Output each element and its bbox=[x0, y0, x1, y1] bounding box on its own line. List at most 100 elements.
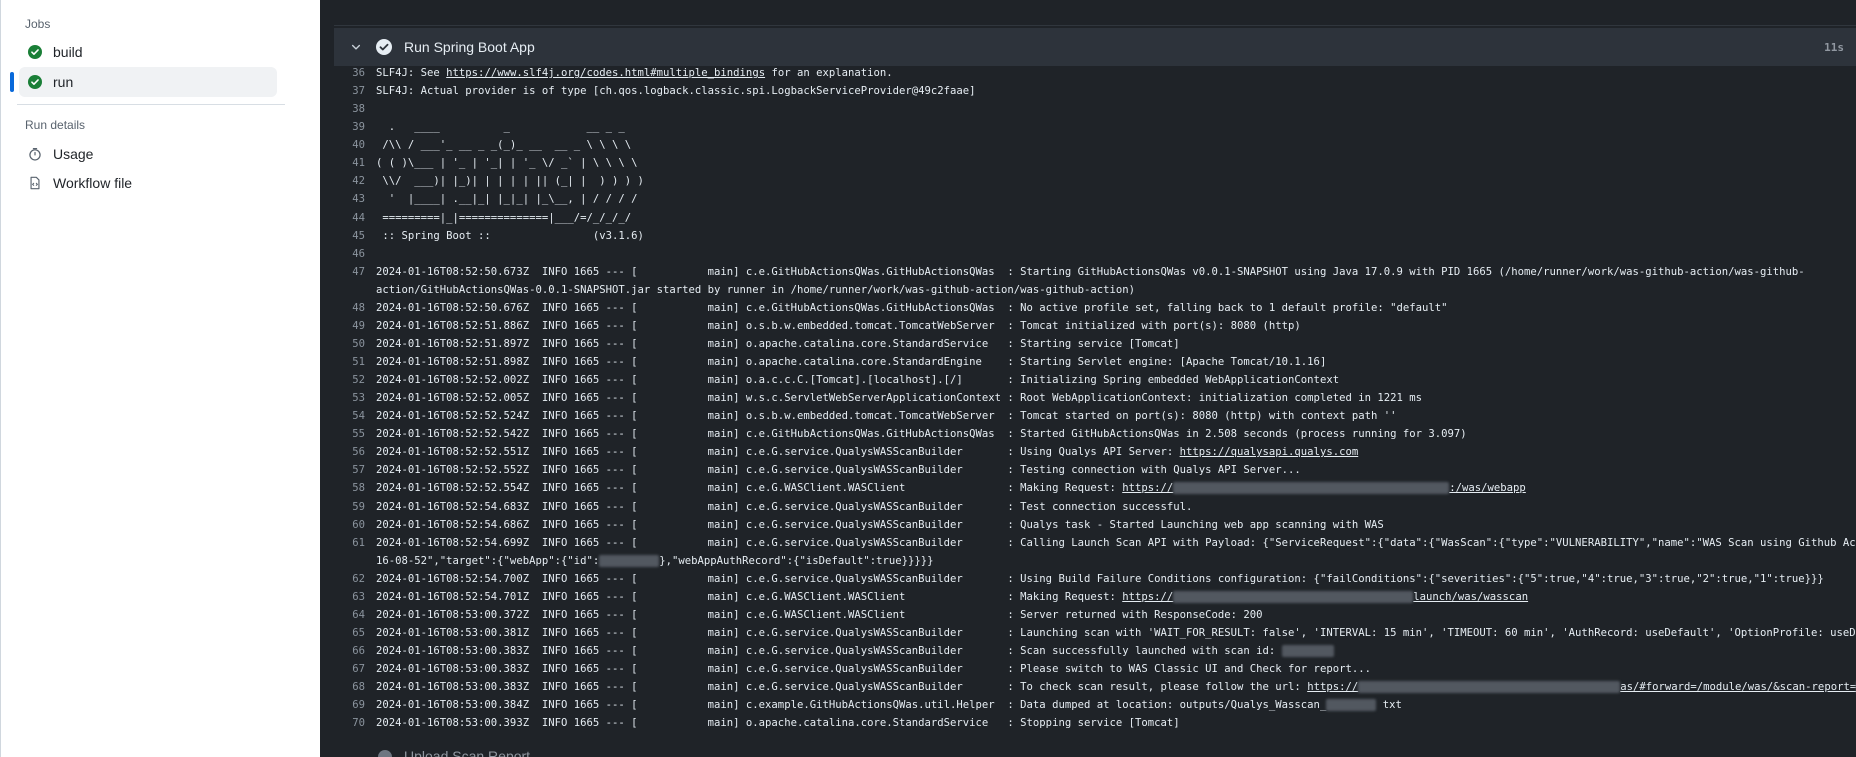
line-number[interactable] bbox=[334, 552, 376, 570]
line-number[interactable]: 36 bbox=[334, 64, 376, 82]
log-line: 65 2024-01-16T08:53:00.381Z INFO 1665 ---… bbox=[334, 624, 1856, 642]
log-text: 2024-01-16T08:52:54.686Z INFO 1665 --- [… bbox=[376, 516, 1384, 534]
line-number[interactable]: 44 bbox=[334, 209, 376, 227]
log-segment: 2024-01-16T08:53:00.383Z INFO 1665 --- [… bbox=[376, 681, 1308, 694]
sidebar-item-usage[interactable]: Usage bbox=[19, 139, 277, 169]
sidebar-item-run[interactable]: run bbox=[10, 67, 277, 97]
log-text: 2024-01-16T08:53:00.383Z INFO 1665 --- [… bbox=[376, 660, 1371, 678]
sidebar-item-label: build bbox=[53, 44, 83, 60]
line-number[interactable]: 50 bbox=[334, 335, 376, 353]
log-line: 63 2024-01-16T08:52:54.701Z INFO 1665 ---… bbox=[334, 588, 1856, 606]
log-segment: action/GitHubActionsQWas-0.0.1-SNAPSHOT.… bbox=[376, 283, 1135, 296]
line-number[interactable]: 67 bbox=[334, 660, 376, 678]
log-text: 2024-01-16T08:52:54.700Z INFO 1665 --- [… bbox=[376, 570, 1824, 588]
log-text: 2024-01-16T08:53:00.383Z INFO 1665 --- [… bbox=[376, 678, 1856, 696]
line-number[interactable]: 52 bbox=[334, 371, 376, 389]
log-panel: Run Spring Boot App 11s 36 SLF4J: See htt… bbox=[320, 0, 1856, 757]
log-line: 37 SLF4J: Actual provider is of type [ch.… bbox=[334, 82, 1856, 100]
log-line: 48 2024-01-16T08:52:50.676Z INFO 1665 ---… bbox=[334, 299, 1856, 317]
log-link[interactable]: launch/was/wasscan bbox=[1413, 591, 1528, 603]
line-number[interactable]: 58 bbox=[334, 479, 376, 497]
log-line: 70 2024-01-16T08:53:00.393Z INFO 1665 ---… bbox=[334, 714, 1856, 732]
line-number[interactable]: 57 bbox=[334, 461, 376, 479]
redacted-value bbox=[1358, 681, 1621, 694]
log-text: =========|_|==============|___/=/_/_/_/ bbox=[376, 209, 631, 227]
log-line: action/GitHubActionsQWas-0.0.1-SNAPSHOT.… bbox=[334, 281, 1856, 299]
line-number[interactable]: 68 bbox=[334, 678, 376, 696]
line-number[interactable]: 59 bbox=[334, 498, 376, 516]
log-link[interactable]: https:// bbox=[1122, 591, 1173, 603]
log-text: 16-08-52","target":{"webApp":{"id":},"we… bbox=[376, 552, 934, 570]
line-number[interactable]: 53 bbox=[334, 389, 376, 407]
log-line: 55 2024-01-16T08:52:52.542Z INFO 1665 ---… bbox=[334, 425, 1856, 443]
line-number[interactable]: 46 bbox=[334, 245, 376, 263]
log-segment: SLF4J: See bbox=[376, 67, 447, 79]
log-text: 2024-01-16T08:52:50.676Z INFO 1665 --- [… bbox=[376, 299, 1448, 317]
pending-circle-icon bbox=[378, 750, 392, 757]
line-number[interactable]: 60 bbox=[334, 516, 376, 534]
log-line: 56 2024-01-16T08:52:52.551Z INFO 1665 ---… bbox=[334, 443, 1856, 461]
log-link[interactable]: https:// bbox=[1122, 482, 1173, 494]
line-number[interactable]: 55 bbox=[334, 425, 376, 443]
log-link[interactable]: https://qualysapi.qualys.com bbox=[1180, 446, 1359, 458]
line-number[interactable]: 62 bbox=[334, 570, 376, 588]
log-text: \\/ ___)| |_)| | | | | || (_| | ) ) ) ) bbox=[376, 172, 644, 190]
line-number[interactable]: 45 bbox=[334, 227, 376, 245]
line-number[interactable]: 65 bbox=[334, 624, 376, 642]
line-number[interactable]: 41 bbox=[334, 154, 376, 172]
check-circle-icon bbox=[27, 74, 43, 90]
log-line: 61 2024-01-16T08:52:54.699Z INFO 1665 ---… bbox=[334, 534, 1856, 552]
log-link[interactable]: https://www.slf4j.org/codes.html#multipl… bbox=[446, 67, 765, 79]
line-number[interactable]: 37 bbox=[334, 82, 376, 100]
log-text: ( ( )\___ | '_ | '_| | '_ \/ _` | \ \ \ … bbox=[376, 154, 638, 172]
step-duration: 11s bbox=[1824, 40, 1844, 54]
log-segment: 2024-01-16T08:53:00.383Z INFO 1665 --- [… bbox=[376, 645, 1282, 657]
line-number[interactable]: 69 bbox=[334, 696, 376, 714]
log-text: 2024-01-16T08:53:00.372Z INFO 1665 --- [… bbox=[376, 606, 1263, 624]
file-code-icon bbox=[27, 175, 43, 191]
log-text: /\\ / ___'_ __ _ _(_)_ __ __ _ \ \ \ \ bbox=[376, 136, 631, 154]
log-text: 2024-01-16T08:53:00.384Z INFO 1665 --- [… bbox=[376, 696, 1402, 714]
line-number[interactable]: 56 bbox=[334, 443, 376, 461]
line-number[interactable]: 47 bbox=[334, 263, 376, 281]
sidebar-item-workflow-file[interactable]: Workflow file bbox=[19, 168, 277, 198]
line-number[interactable]: 42 bbox=[334, 172, 376, 190]
log-segment: 2024-01-16T08:52:50.676Z INFO 1665 --- [… bbox=[376, 301, 1448, 314]
line-number[interactable]: 40 bbox=[334, 136, 376, 154]
log-line: 52 2024-01-16T08:52:52.002Z INFO 1665 ---… bbox=[334, 371, 1856, 389]
line-number[interactable]: 66 bbox=[334, 642, 376, 660]
log-text: 2024-01-16T08:52:52.551Z INFO 1665 --- [… bbox=[376, 443, 1358, 461]
log-segment: 2024-01-16T08:53:00.393Z INFO 1665 --- [… bbox=[376, 717, 1180, 730]
log-link[interactable]: :/was/webapp bbox=[1449, 482, 1526, 494]
log-line: 39 . ____ _ __ _ _ bbox=[334, 118, 1856, 136]
chevron-down-icon[interactable] bbox=[348, 39, 364, 55]
line-number[interactable]: 63 bbox=[334, 588, 376, 606]
line-number[interactable]: 39 bbox=[334, 118, 376, 136]
log-text: SLF4J: Actual provider is of type [ch.qo… bbox=[376, 82, 976, 100]
log-line: 40 /\\ / ___'_ __ _ _(_)_ __ __ _ \ \ \ … bbox=[334, 136, 1856, 154]
log-segment: 2024-01-16T08:52:52.552Z INFO 1665 --- [… bbox=[376, 464, 1301, 477]
line-number[interactable]: 51 bbox=[334, 353, 376, 371]
redacted-value bbox=[599, 554, 660, 567]
log-segment: 2024-01-16T08:52:52.551Z INFO 1665 --- [… bbox=[376, 446, 1180, 459]
stopwatch-icon bbox=[27, 146, 43, 162]
line-number[interactable]: 61 bbox=[334, 534, 376, 552]
line-number[interactable]: 70 bbox=[334, 714, 376, 732]
line-number[interactable]: 64 bbox=[334, 606, 376, 624]
log-segment: 2024-01-16T08:52:54.686Z INFO 1665 --- [… bbox=[376, 518, 1384, 531]
log-link[interactable]: https:// bbox=[1307, 681, 1358, 693]
line-number[interactable]: 43 bbox=[334, 190, 376, 208]
line-number[interactable]: 49 bbox=[334, 317, 376, 335]
next-step-header[interactable]: Upload Scan Report bbox=[334, 745, 1856, 757]
line-number[interactable]: 54 bbox=[334, 407, 376, 425]
step-header[interactable]: Run Spring Boot App 11s bbox=[334, 28, 1856, 66]
line-number[interactable]: 48 bbox=[334, 299, 376, 317]
check-circle-icon bbox=[27, 44, 43, 60]
log-segment: 2024-01-16T08:52:52.005Z INFO 1665 --- [… bbox=[376, 392, 1422, 405]
line-number[interactable] bbox=[334, 281, 376, 299]
log-line: 67 2024-01-16T08:53:00.383Z INFO 1665 ---… bbox=[334, 660, 1856, 678]
log-text: 2024-01-16T08:52:52.524Z INFO 1665 --- [… bbox=[376, 407, 1396, 425]
log-link[interactable]: as/#forward=/module/was/&scan-report= bbox=[1620, 681, 1856, 693]
line-number[interactable]: 38 bbox=[334, 100, 376, 118]
sidebar-item-build[interactable]: build bbox=[19, 37, 277, 67]
